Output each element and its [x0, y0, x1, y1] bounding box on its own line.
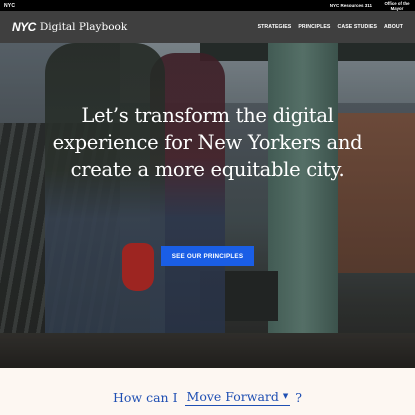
office-of-mayor-link[interactable]: Office of the Mayor — [382, 1, 412, 11]
goal-selected-value: Move Forward — [186, 388, 279, 404]
goal-dropdown[interactable]: Move Forward ▼ — [184, 388, 291, 406]
site-title[interactable]: Digital Playbook — [40, 21, 127, 33]
question-prefix: How can I — [113, 389, 178, 405]
hero-image — [0, 43, 415, 368]
nyc-logo[interactable]: NYC — [12, 20, 36, 34]
nav-principles[interactable]: PRINCIPLES — [298, 24, 330, 30]
nav-about[interactable]: ABOUT — [384, 24, 403, 30]
how-can-i-prompt: How can I Move Forward ▼ ? — [0, 386, 415, 408]
hero-headline: Let’s transform the digital experience f… — [52, 104, 363, 181]
nav-case-studies[interactable]: CASE STUDIES — [338, 24, 378, 30]
nyc-small-logo[interactable]: NYC — [4, 3, 15, 9]
question-suffix: ? — [295, 389, 302, 405]
see-principles-button[interactable]: SEE OUR PRINCIPLES — [161, 246, 254, 266]
top-utility-bar: NYC NYC Resources 311 Office of the Mayo… — [0, 0, 415, 11]
nav-strategies[interactable]: STRATEGIES — [258, 24, 292, 30]
chevron-down-icon: ▼ — [282, 392, 289, 400]
nyc-resources-link[interactable]: NYC Resources 311 — [330, 3, 372, 8]
main-navbar: NYC Digital Playbook STRATEGIES PRINCIPL… — [0, 11, 415, 43]
